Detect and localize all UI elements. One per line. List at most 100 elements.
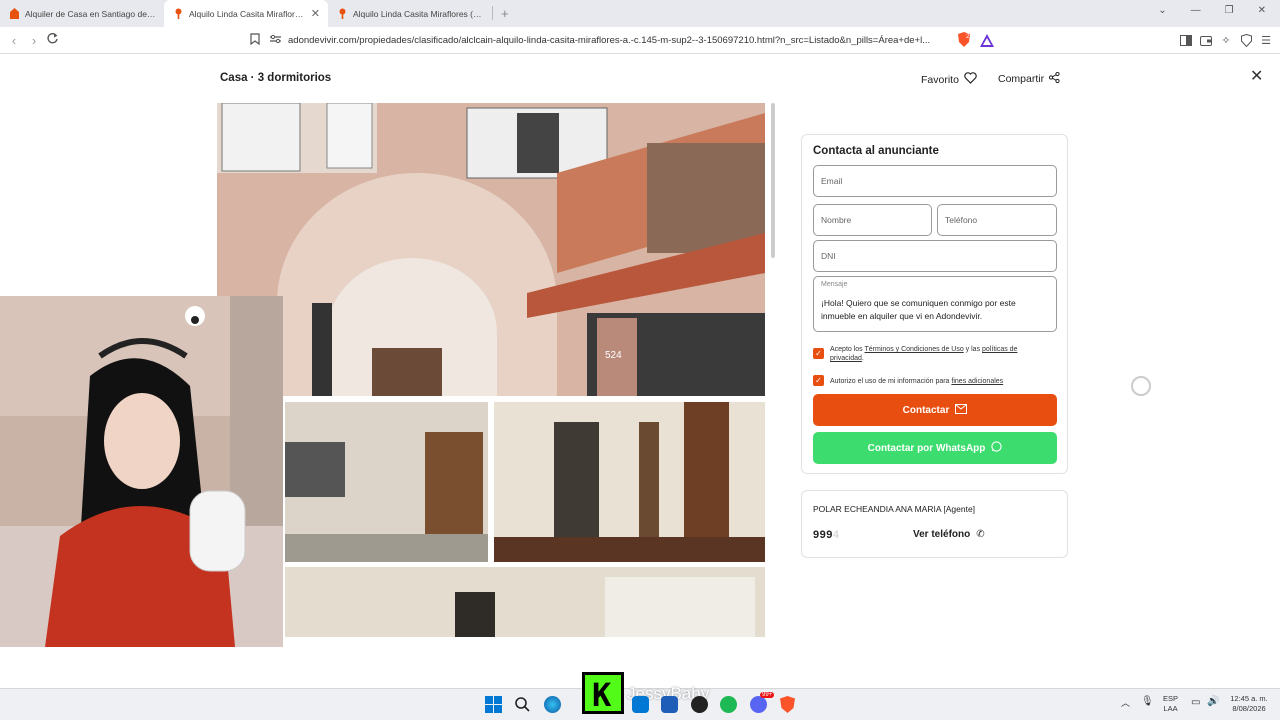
message-textarea[interactable]: Mensaje ¡Hola! Quiero que se comuniquen … xyxy=(813,276,1057,332)
share-button[interactable]: Compartir xyxy=(998,71,1060,86)
whatsapp-button[interactable]: Contactar por WhatsApp xyxy=(813,432,1057,464)
email-field[interactable]: Email xyxy=(813,165,1057,197)
volume-icon[interactable]: 🔊 xyxy=(1207,697,1219,707)
minimize-icon[interactable]: — xyxy=(1191,5,1201,16)
tab-title: Alquilo Linda Casita Miraflores (A. C. xyxy=(353,8,484,19)
share-label: Compartir xyxy=(998,73,1045,85)
contact-heading: Contacta al anunciante xyxy=(813,145,939,157)
dni-placeholder: DNI xyxy=(821,251,836,261)
clock-time: 12:45 a. m. xyxy=(1230,694,1268,703)
phone-field[interactable]: Teléfono xyxy=(937,204,1057,236)
close-tab-icon[interactable]: ✕ xyxy=(311,7,320,20)
store-icon[interactable] xyxy=(661,696,678,713)
consent-link[interactable]: fines adicionales xyxy=(951,378,1003,385)
browser-toolbar: ‹ › adondevivir.com/propiedades/clasific… xyxy=(0,27,1280,54)
terms-prefix: Acepto los xyxy=(830,346,865,353)
gallery-scrollbar[interactable] xyxy=(771,103,775,258)
spotify-icon[interactable] xyxy=(720,696,737,713)
menu-icon[interactable]: ☰ xyxy=(1258,32,1274,48)
main-photo[interactable]: 524 xyxy=(217,103,765,396)
wallet-icon[interactable] xyxy=(1198,32,1214,48)
dni-field[interactable]: DNI xyxy=(813,240,1057,272)
gallery-photo-2[interactable] xyxy=(285,402,488,562)
discord-icon[interactable] xyxy=(750,696,767,713)
brave-shields-icon[interactable]: 2 xyxy=(956,32,972,48)
sidebar-icon[interactable] xyxy=(1178,32,1194,48)
terms-text: Acepto los Términos y Condiciones de Uso… xyxy=(830,345,1052,363)
site-favicon-icon xyxy=(10,8,19,19)
language-bottom: LAA xyxy=(1163,704,1178,713)
forward-icon[interactable]: › xyxy=(24,33,44,48)
terms-link[interactable]: Términos y Condiciones de Uso xyxy=(865,346,964,353)
site-favicon-icon xyxy=(174,8,183,19)
name-field[interactable]: Nombre xyxy=(813,204,932,236)
language-indicator[interactable]: ESP LAA xyxy=(1163,694,1178,714)
clock-date: 8/08/2026 xyxy=(1232,704,1266,713)
kick-logo-icon: K xyxy=(582,672,624,714)
browser-tab-1[interactable]: Alquiler de Casa en Santiago de Surco xyxy=(0,0,164,27)
gallery-photo-4[interactable] xyxy=(285,567,765,637)
language-top: ESP xyxy=(1163,694,1179,703)
consent-checkbox[interactable]: ✓ xyxy=(813,375,824,386)
name-placeholder: Nombre xyxy=(821,215,852,225)
tab-title: Alquiler de Casa en Santiago de Surco xyxy=(25,8,156,19)
tab-strip: Alquiler de Casa en Santiago de Surco Al… xyxy=(0,0,1280,27)
contact-button[interactable]: Contactar xyxy=(813,394,1057,426)
restore-icon[interactable]: ❐ xyxy=(1225,5,1234,16)
new-tab-icon[interactable]: + xyxy=(501,6,509,21)
svg-text:524: 524 xyxy=(605,350,622,361)
microphone-icon[interactable]: 🎙 xyxy=(1141,697,1154,707)
phone-icon: ✆ xyxy=(976,529,985,540)
site-favicon-icon xyxy=(338,8,347,19)
reload-icon[interactable] xyxy=(46,32,59,50)
message-text: ¡Hola! Quiero que se comuniquen conmigo … xyxy=(821,298,1016,321)
contact-button-label: Contactar xyxy=(902,404,950,416)
consent-prefix: Autorizo el uso de mi información para xyxy=(830,378,952,385)
terms-checkbox[interactable]: ✓ xyxy=(813,348,824,359)
agent-name: POLAR ECHEANDIA ANA MARIA [Agente] xyxy=(813,504,976,514)
message-label: Mensaje xyxy=(821,281,848,288)
email-placeholder: Email xyxy=(821,176,843,186)
tray-chevron-icon[interactable]: ︿ xyxy=(1121,698,1130,708)
phone-visible: 999 xyxy=(813,529,833,541)
gallery-photo-3[interactable] xyxy=(494,402,765,562)
mail-icon xyxy=(955,403,968,417)
page-title: Casa · 3 dormitorios xyxy=(220,72,332,84)
tab-search-icon[interactable]: ⌄ xyxy=(1158,5,1166,16)
see-phone-button[interactable]: Ver teléfono ✆ xyxy=(913,529,985,540)
obs-icon[interactable] xyxy=(691,696,708,713)
outlook-icon[interactable] xyxy=(632,696,649,713)
terms-mid: y las xyxy=(963,346,983,353)
brave-rewards-icon[interactable] xyxy=(979,32,995,48)
search-icon[interactable] xyxy=(514,696,531,713)
browser-tab-3[interactable]: Alquilo Linda Casita Miraflores (A. C. xyxy=(328,0,492,27)
close-window-icon[interactable]: ✕ xyxy=(1258,5,1266,16)
back-icon[interactable]: ‹ xyxy=(4,33,24,48)
close-modal-icon[interactable]: ✕ xyxy=(1250,66,1263,86)
network-icon[interactable]: ▭ xyxy=(1191,698,1200,708)
address-bar[interactable]: adondevivir.com/propiedades/clasificado/… xyxy=(250,30,1000,51)
see-phone-label: Ver teléfono xyxy=(913,529,971,540)
leo-ai-icon[interactable]: ✧ xyxy=(1218,32,1234,48)
discord-badge: 99+ xyxy=(760,692,775,698)
brave-icon[interactable] xyxy=(779,696,796,713)
vpn-shield-icon[interactable] xyxy=(1238,32,1254,48)
webcam-overlay xyxy=(0,296,283,647)
tab-title: Alquilo Linda Casita Miraflores (A. C. xyxy=(189,8,307,19)
agent-phone-partial: 9994 xyxy=(813,529,839,541)
consent-text: Autorizo el uso de mi información para f… xyxy=(830,377,1052,386)
agent-card: POLAR ECHEANDIA ANA MARIA [Agente] 9994 … xyxy=(801,490,1068,558)
site-settings-icon[interactable] xyxy=(270,34,288,47)
url-text: adondevivir.com/propiedades/clasificado/… xyxy=(288,35,931,46)
loading-spinner xyxy=(1131,376,1151,396)
clock[interactable]: 12:45 a. m. 8/08/2026 xyxy=(1226,694,1272,714)
windows-taskbar: K JessyBaby 99+ ︿ 🎙 ESP LAA ▭ 🔊 12:45 a.… xyxy=(0,672,1280,720)
edge-icon[interactable] xyxy=(544,696,561,713)
terms-suffix: . xyxy=(861,355,864,362)
bookmark-icon[interactable] xyxy=(250,33,270,48)
favorite-button[interactable]: Favorito xyxy=(921,72,977,87)
start-icon[interactable] xyxy=(485,696,502,713)
browser-tab-2[interactable]: Alquilo Linda Casita Miraflores (A. C. ✕ xyxy=(164,0,328,27)
heart-icon xyxy=(964,72,977,87)
window-controls: ⌄ — ❐ ✕ xyxy=(1158,5,1266,16)
